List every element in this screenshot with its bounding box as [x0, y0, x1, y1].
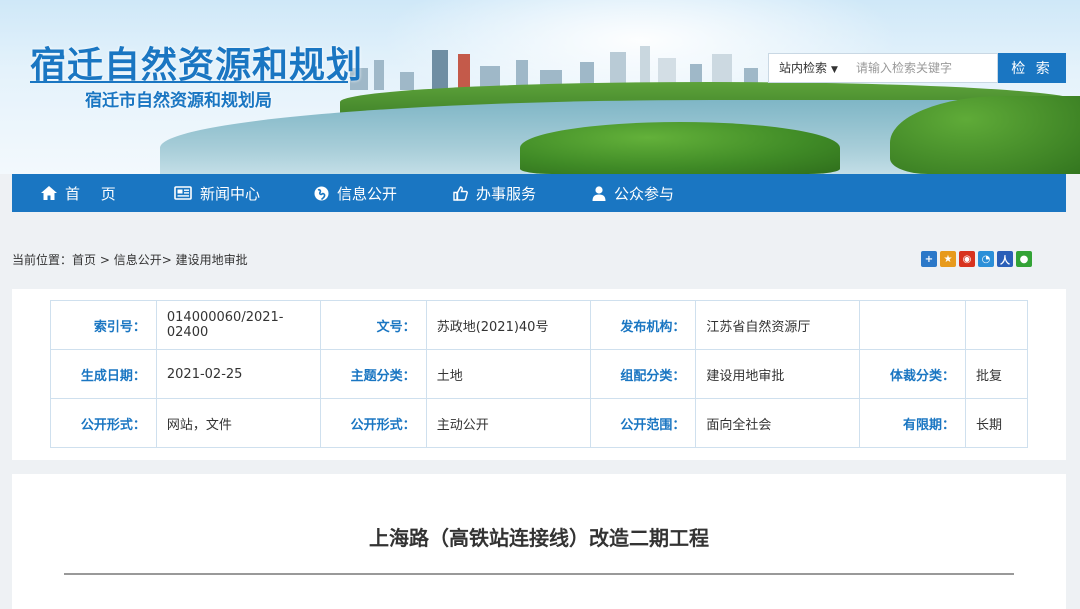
breadcrumb-link-current[interactable]: 建设用地审批 [176, 253, 248, 267]
disclosure-scope-value: 面向全社会 [695, 398, 861, 448]
breadcrumb-link-info-disclosure[interactable]: 信息公开 [114, 253, 162, 267]
header-banner: 宿迁自然资源和规划 宿迁市自然资源和规划局 站内检索▼ 检 索 [0, 0, 1080, 174]
nav-label: 新闻中心 [200, 184, 261, 203]
document-number-value: 苏政地(2021)40号 [425, 300, 591, 350]
newspaper-icon [174, 186, 192, 200]
tencent-weibo-icon[interactable]: ◔ [978, 251, 994, 267]
document-metadata-table: 索引号： 014000060/2021-02400 文号： 苏政地(2021)4… [50, 300, 1028, 448]
home-icon [41, 186, 57, 200]
disclosure-form-label: 公开形式： [50, 398, 157, 448]
disclosure-scope-label: 公开范围： [589, 398, 697, 448]
group-category-label: 组配分类： [589, 349, 697, 399]
search-button[interactable]: 检 索 [998, 53, 1066, 83]
nav-item-services[interactable]: 办事服务 [453, 174, 592, 212]
renren-icon[interactable]: 人 [997, 251, 1013, 267]
empty-cell [859, 300, 966, 350]
issuing-agency-label: 发布机构： [589, 300, 697, 350]
table-row: 索引号： 014000060/2021-02400 文号： 苏政地(2021)4… [50, 300, 1028, 350]
group-category-value: 建设用地审批 [695, 349, 861, 399]
table-row: 公开形式： 网站，文件 公开形式： 主动公开 公开范围： 面向全社会 有限期： … [50, 398, 1028, 448]
index-number-value: 014000060/2021-02400 [155, 300, 321, 350]
disclosure-mode-value: 主动公开 [425, 398, 591, 448]
breadcrumb-prefix: 当前位置： [12, 253, 73, 267]
validity-value: 长期 [965, 398, 1028, 448]
article-panel: 上海路（高铁站连接线）改造二期工程 [12, 474, 1066, 609]
nav-label: 公众参与 [614, 184, 675, 203]
dropdown-arrow-icon: ▼ [831, 65, 838, 75]
site-title-divider [30, 81, 348, 83]
search-box: 站内检索▼ 检 索 [768, 53, 1066, 83]
document-metadata-panel: 索引号： 014000060/2021-02400 文号： 苏政地(2021)4… [12, 289, 1066, 460]
wechat-icon[interactable]: ● [1016, 251, 1032, 267]
user-icon [592, 185, 606, 201]
site-subtitle: 宿迁市自然资源和规划局 [85, 91, 272, 111]
nav-item-info-disclosure[interactable]: 信息公开 [314, 174, 453, 212]
qzone-icon[interactable]: ★ [940, 251, 956, 267]
share-plus-icon[interactable]: + [921, 251, 937, 267]
nav-label: 办事服务 [476, 184, 537, 203]
table-row: 生成日期： 2021-02-25 主题分类： 土地 组配分类： 建设用地审批 体… [50, 349, 1028, 399]
topic-category-value: 土地 [425, 349, 591, 399]
search-scope-label: 站内检索 [779, 61, 828, 75]
nav-item-home[interactable]: 首 页 [41, 174, 174, 212]
index-number-label: 索引号： [50, 300, 157, 350]
weibo-icon[interactable]: ◉ [959, 251, 975, 267]
breadcrumb-link-home[interactable]: 首页 [72, 253, 96, 267]
globe-icon [314, 186, 329, 200]
genre-category-value: 批复 [965, 349, 1028, 399]
empty-cell [965, 300, 1028, 350]
validity-label: 有限期： [859, 398, 966, 448]
nav-item-news[interactable]: 新闻中心 [174, 174, 314, 212]
search-scope-select[interactable]: 站内检索 ▼ [768, 53, 850, 83]
genre-category-label: 体裁分类： [859, 349, 966, 399]
main-nav: 首 页 新闻中心 信息公开 办事服务 公众参与 [12, 174, 1066, 212]
document-number-label: 文号： [319, 300, 427, 350]
breadcrumb: 当前位置：首页 > 信息公开> 建设用地审批 [12, 251, 248, 268]
created-date-value: 2021-02-25 [155, 349, 321, 399]
nav-item-public-participation[interactable]: 公众参与 [592, 174, 732, 212]
share-bar: + ★ ◉ ◔ 人 ● [921, 251, 1032, 267]
thumbs-up-icon [453, 185, 468, 201]
nav-label: 信息公开 [337, 184, 398, 203]
article-title: 上海路（高铁站连接线）改造二期工程 [369, 526, 709, 550]
title-divider [64, 573, 1014, 575]
breadcrumb-separator: > [96, 253, 114, 267]
search-input[interactable] [850, 53, 998, 83]
disclosure-form-value: 网站，文件 [155, 398, 321, 448]
nav-label: 首 页 [65, 184, 124, 203]
disclosure-mode-label: 公开形式： [319, 398, 427, 448]
breadcrumb-separator: > [161, 253, 176, 267]
banner-island [520, 122, 840, 174]
created-date-label: 生成日期： [50, 349, 157, 399]
issuing-agency-value: 江苏省自然资源厅 [695, 300, 861, 350]
topic-category-label: 主题分类： [319, 349, 427, 399]
